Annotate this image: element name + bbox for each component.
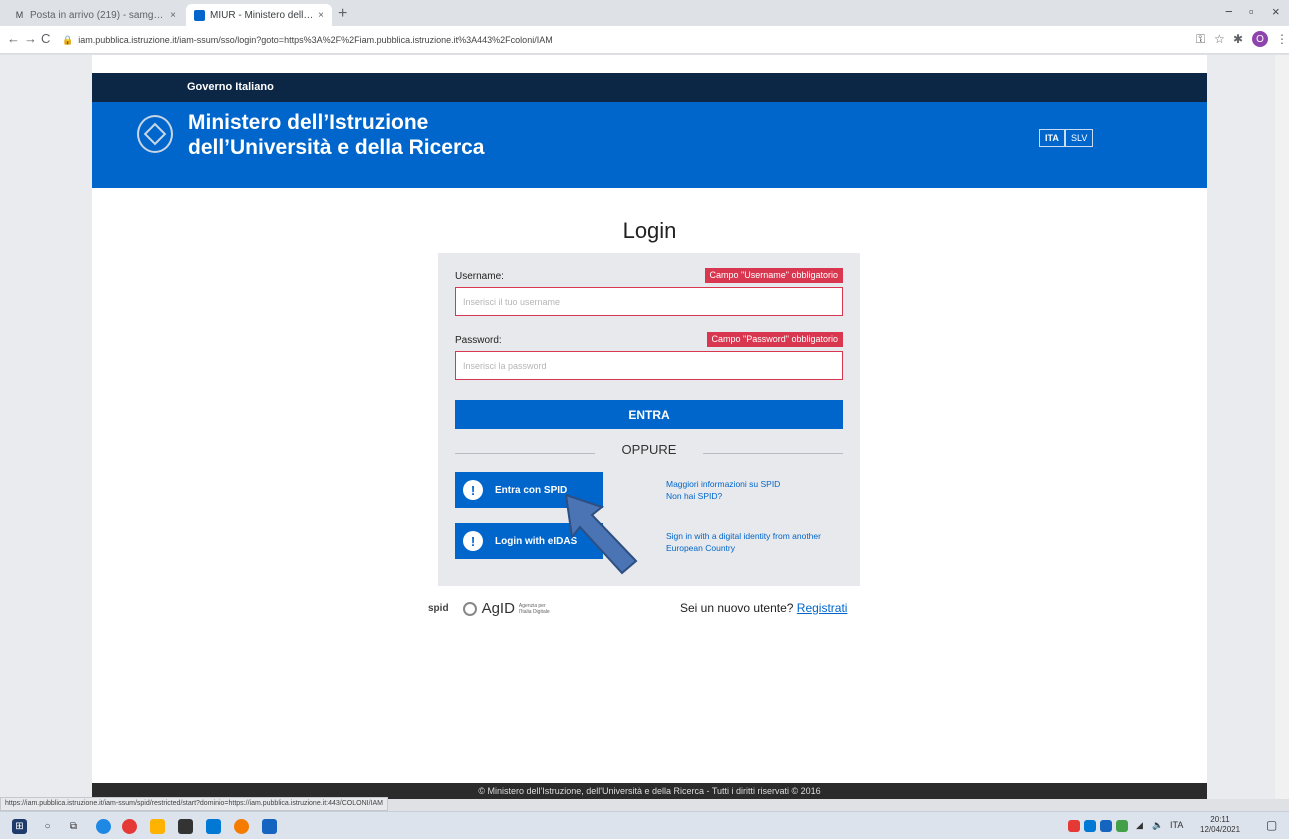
username-input[interactable]: [455, 287, 843, 316]
network-icon[interactable]: ◢: [1136, 820, 1143, 831]
lang-ita-button[interactable]: ITA: [1039, 129, 1065, 147]
register-prompt: Sei un nuovo utente? Registrati: [680, 601, 847, 615]
browser-tab-mail[interactable]: M Posta in arrivo (219) - samgat67 ×: [6, 4, 184, 26]
tray-date: 12/04/2021: [1200, 825, 1241, 834]
register-question: Sei un nuovo utente?: [680, 601, 794, 615]
tab-title: Posta in arrivo (219) - samgat67: [30, 9, 167, 21]
tray-language[interactable]: ITA: [1170, 820, 1183, 830]
volume-icon[interactable]: 🔈: [1152, 820, 1163, 831]
edge-icon[interactable]: [96, 819, 111, 834]
profile-avatar[interactable]: O: [1252, 31, 1268, 47]
no-spid-link[interactable]: Non hai SPID?: [666, 490, 846, 502]
site-favicon-icon: [194, 9, 205, 21]
new-tab-button[interactable]: +: [338, 5, 347, 23]
password-input[interactable]: [455, 351, 843, 380]
username-label: Username:: [455, 271, 504, 282]
star-icon[interactable]: ☆: [1214, 31, 1225, 47]
separator-text: OPPURE: [613, 442, 685, 457]
tray-time: 20:11: [1210, 815, 1230, 824]
login-card: Username: Campo "Username" obbligatorio …: [438, 253, 860, 586]
browser-tabstrip: M Posta in arrivo (219) - samgat67 × MIU…: [0, 0, 1289, 26]
slim-header[interactable]: Governo Italiano: [92, 73, 1207, 102]
page-viewport: Governo Italiano Ministero dell’Istruzio…: [0, 55, 1289, 799]
eidas-user-icon: !: [463, 531, 483, 551]
tray-clock[interactable]: 20:11 12/04/2021: [1200, 815, 1240, 835]
republic-emblem-icon: [137, 115, 173, 153]
close-icon[interactable]: ×: [170, 10, 176, 21]
browser-toolbar: ← → C 🔒 iam.pubblica.istruzione.it/iam-s…: [0, 26, 1289, 54]
extensions-icon[interactable]: ✱: [1233, 31, 1243, 47]
page-title: Login: [622, 218, 677, 243]
minimize-button[interactable]: −: [1225, 4, 1233, 19]
password-label: Password:: [455, 335, 502, 346]
close-icon[interactable]: ×: [318, 10, 324, 21]
tab-title: MIUR - Ministero dell'Istruzione: [210, 9, 314, 21]
separator-label: OPPURE: [438, 442, 860, 457]
tray-app-icon[interactable]: [1100, 820, 1112, 832]
status-bar-url: https://iam.pubblica.istruzione.it/iam-s…: [0, 797, 388, 811]
register-link[interactable]: Registrati: [797, 601, 848, 615]
lang-slv-button[interactable]: SLV: [1065, 129, 1094, 147]
site-container: Governo Italiano Ministero dell’Istruzio…: [92, 55, 1207, 799]
store-icon[interactable]: [178, 819, 193, 834]
search-icon[interactable]: ○: [40, 819, 55, 834]
site-title-line2: dell’Università e della Ricerca: [188, 136, 485, 159]
spid-user-icon: !: [463, 480, 483, 500]
tray-app-icon[interactable]: [1068, 820, 1080, 832]
tray-app-icon[interactable]: [1084, 820, 1096, 832]
login-submit-button[interactable]: ENTRA: [455, 400, 843, 429]
task-view-icon[interactable]: ⧉: [66, 819, 81, 834]
username-error-badge: Campo "Username" obbligatorio: [704, 268, 843, 283]
window-close-button[interactable]: ×: [1272, 4, 1280, 19]
arrow-shape: [564, 493, 638, 575]
menu-icon[interactable]: ⋮: [1276, 31, 1288, 47]
windows-taskbar: ⊞ ○ ⧉ ◢ 🔈 ITA 20:11 12/04/2021 ▢: [0, 811, 1289, 839]
password-error-badge: Campo "Password" obbligatorio: [706, 332, 843, 347]
mail-app-icon[interactable]: [206, 819, 221, 834]
eidas-info-link[interactable]: Sign in with a digital identity from ano…: [666, 530, 846, 554]
word-icon[interactable]: [262, 819, 277, 834]
file-explorer-icon[interactable]: [150, 819, 165, 834]
page-scrollbar[interactable]: [1275, 55, 1289, 799]
spid-info-link[interactable]: Maggiori informazioni su SPID: [666, 478, 846, 490]
start-icon[interactable]: ⊞: [12, 819, 27, 834]
address-bar[interactable]: 🔒 iam.pubblica.istruzione.it/iam-ssum/ss…: [62, 29, 1162, 51]
spid-info-links: Maggiori informazioni su SPID Non hai SP…: [666, 478, 846, 502]
back-button[interactable]: ←: [7, 31, 20, 47]
mail-icon: M: [15, 10, 24, 20]
lock-icon: 🔒: [62, 34, 74, 45]
notifications-icon[interactable]: ▢: [1266, 818, 1277, 832]
agid-subtitle: Agenzia per l'Italia Digitale: [518, 602, 550, 615]
site-header: Ministero dell’Istruzione dell’Universit…: [92, 102, 1207, 188]
address-url: iam.pubblica.istruzione.it/iam-ssum/sso/…: [78, 35, 553, 45]
tray-app-icon[interactable]: [1116, 820, 1128, 832]
emblem-star: [143, 122, 167, 146]
browser-tab-miur[interactable]: MIUR - Ministero dell'Istruzione ×: [186, 4, 332, 26]
chrome-icon[interactable]: [122, 819, 137, 834]
partner-logos: spid AgID Agenzia per l'Italia Digitale: [428, 600, 551, 617]
app-icon[interactable]: [234, 819, 249, 834]
agid-logo: AgID: [481, 600, 515, 617]
forward-button[interactable]: →: [24, 31, 37, 47]
site-title-line1: Ministero dell’Istruzione: [188, 111, 429, 134]
site-title[interactable]: Ministero dell’Istruzione dell’Universit…: [188, 110, 484, 160]
maximize-button[interactable]: ▫: [1249, 4, 1254, 19]
reload-button[interactable]: C: [41, 31, 50, 47]
agid-logo-icon: [462, 601, 477, 616]
spid-logo: spid: [428, 603, 449, 614]
key-icon[interactable]: ⚿: [1196, 31, 1205, 47]
spid-button-label: Entra con SPID: [495, 484, 568, 496]
annotation-arrow-icon: [564, 493, 638, 575]
